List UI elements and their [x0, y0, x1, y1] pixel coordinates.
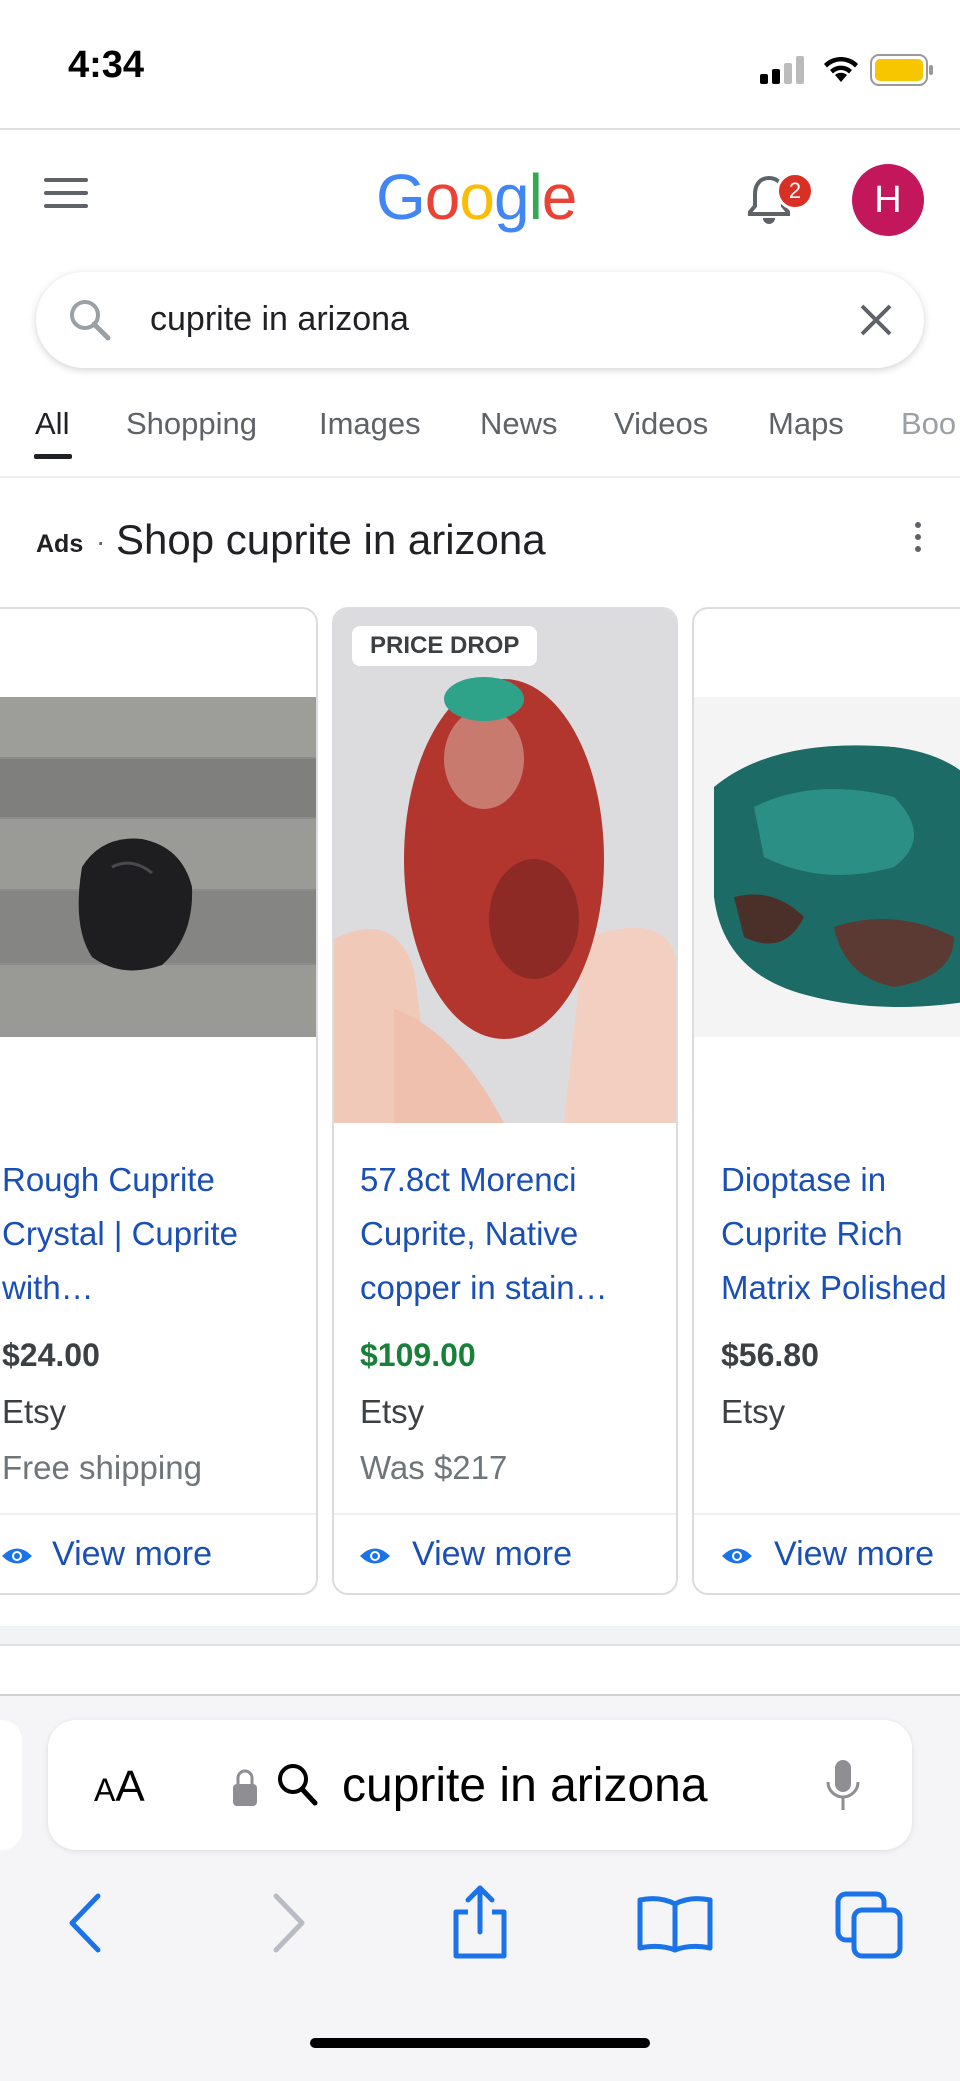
status-time: 4:34 [68, 44, 145, 86]
product-title-link[interactable]: 57.8ct Morenci Cuprite, Native copper in… [334, 1153, 670, 1315]
product-title-link[interactable]: Dioptase in Cuprite Rich Matrix Polished [694, 1153, 960, 1315]
forward-arrow-icon[interactable] [266, 1888, 310, 1958]
more-options-icon[interactable] [912, 522, 924, 556]
aa-large: A [115, 1762, 145, 1811]
product-price: $24.00 [2, 1337, 100, 1373]
product-price: $56.80 [721, 1337, 819, 1373]
previous-tab-pill[interactable] [0, 1720, 22, 1850]
aa-small: A [94, 1772, 116, 1808]
tabs-icon[interactable] [834, 1890, 906, 1960]
account-avatar[interactable]: H [852, 164, 924, 236]
view-more-link[interactable]: View more [52, 1535, 212, 1574]
home-indicator[interactable] [310, 2038, 650, 2048]
reader-text-size-button[interactable]: AA [94, 1762, 145, 1812]
active-tab-indicator [34, 454, 72, 459]
notification-count-badge: 2 [776, 172, 814, 210]
view-more-link[interactable]: View more [774, 1535, 934, 1574]
address-bar-text[interactable]: cuprite in arizona [342, 1758, 708, 1813]
product-card[interactable]: 57.8ct Morenci Cuprite, Native copper in… [332, 607, 678, 1595]
product-store: Etsy [2, 1393, 67, 1430]
tab-videos[interactable]: Videos [614, 406, 708, 442]
tab-news[interactable]: News [480, 406, 558, 442]
logo-letter: o [459, 161, 495, 233]
section-divider [0, 1626, 960, 1644]
view-more-link[interactable]: View more [412, 1535, 572, 1574]
ads-section-title: Shop cuprite in arizona [116, 516, 546, 563]
product-store: Etsy [721, 1393, 786, 1430]
divider [0, 476, 960, 478]
search-icon [278, 1764, 318, 1806]
logo-letter: g [493, 161, 530, 233]
product-card[interactable]: Dioptase in Cuprite Rich Matrix Polished… [692, 607, 960, 1595]
ads-label: Ads [36, 530, 84, 558]
eye-icon [2, 1548, 32, 1564]
tab-books[interactable]: Boo [901, 406, 956, 442]
eye-icon [722, 1548, 752, 1564]
tab-images[interactable]: Images [319, 406, 421, 442]
product-store: Etsy [360, 1393, 425, 1430]
microphone-icon[interactable] [824, 1758, 862, 1814]
product-title-link[interactable]: Rough Cuprite Crystal | Cuprite with… [0, 1153, 302, 1315]
product-was-price: Was $217 [360, 1449, 508, 1486]
tab-all[interactable]: All [35, 406, 69, 442]
product-image [334, 609, 676, 1123]
search-icon [70, 300, 111, 341]
product-price: $109.00 [360, 1337, 476, 1373]
product-image [0, 697, 316, 1037]
search-input[interactable]: cuprite in arizona [150, 300, 409, 339]
share-icon[interactable] [448, 1884, 512, 1960]
bookmarks-icon[interactable] [636, 1894, 714, 1954]
logo-letter: e [541, 161, 578, 233]
cellular-signal-icon [760, 56, 804, 84]
product-card[interactable]: Rough Cuprite Crystal | Cuprite with… $2… [0, 607, 318, 1595]
wifi-icon [824, 56, 858, 82]
logo-letter: l [528, 161, 543, 233]
lock-icon [233, 1769, 257, 1806]
price-drop-badge: PRICE DROP [352, 626, 538, 666]
google-logo[interactable]: Google [376, 160, 578, 234]
clear-search-icon[interactable] [856, 300, 896, 340]
hamburger-menu-icon[interactable] [44, 178, 88, 212]
tab-shopping[interactable]: Shopping [126, 406, 257, 442]
back-arrow-icon[interactable] [64, 1888, 108, 1958]
divider [0, 1644, 960, 1646]
logo-letter: G [376, 161, 426, 233]
eye-icon [360, 1548, 390, 1564]
ads-separator: · [96, 526, 106, 557]
logo-letter: o [424, 161, 461, 233]
product-shipping: Free shipping [2, 1449, 202, 1486]
battery-icon [870, 54, 933, 86]
tab-maps[interactable]: Maps [768, 406, 844, 442]
product-image [694, 697, 960, 1037]
